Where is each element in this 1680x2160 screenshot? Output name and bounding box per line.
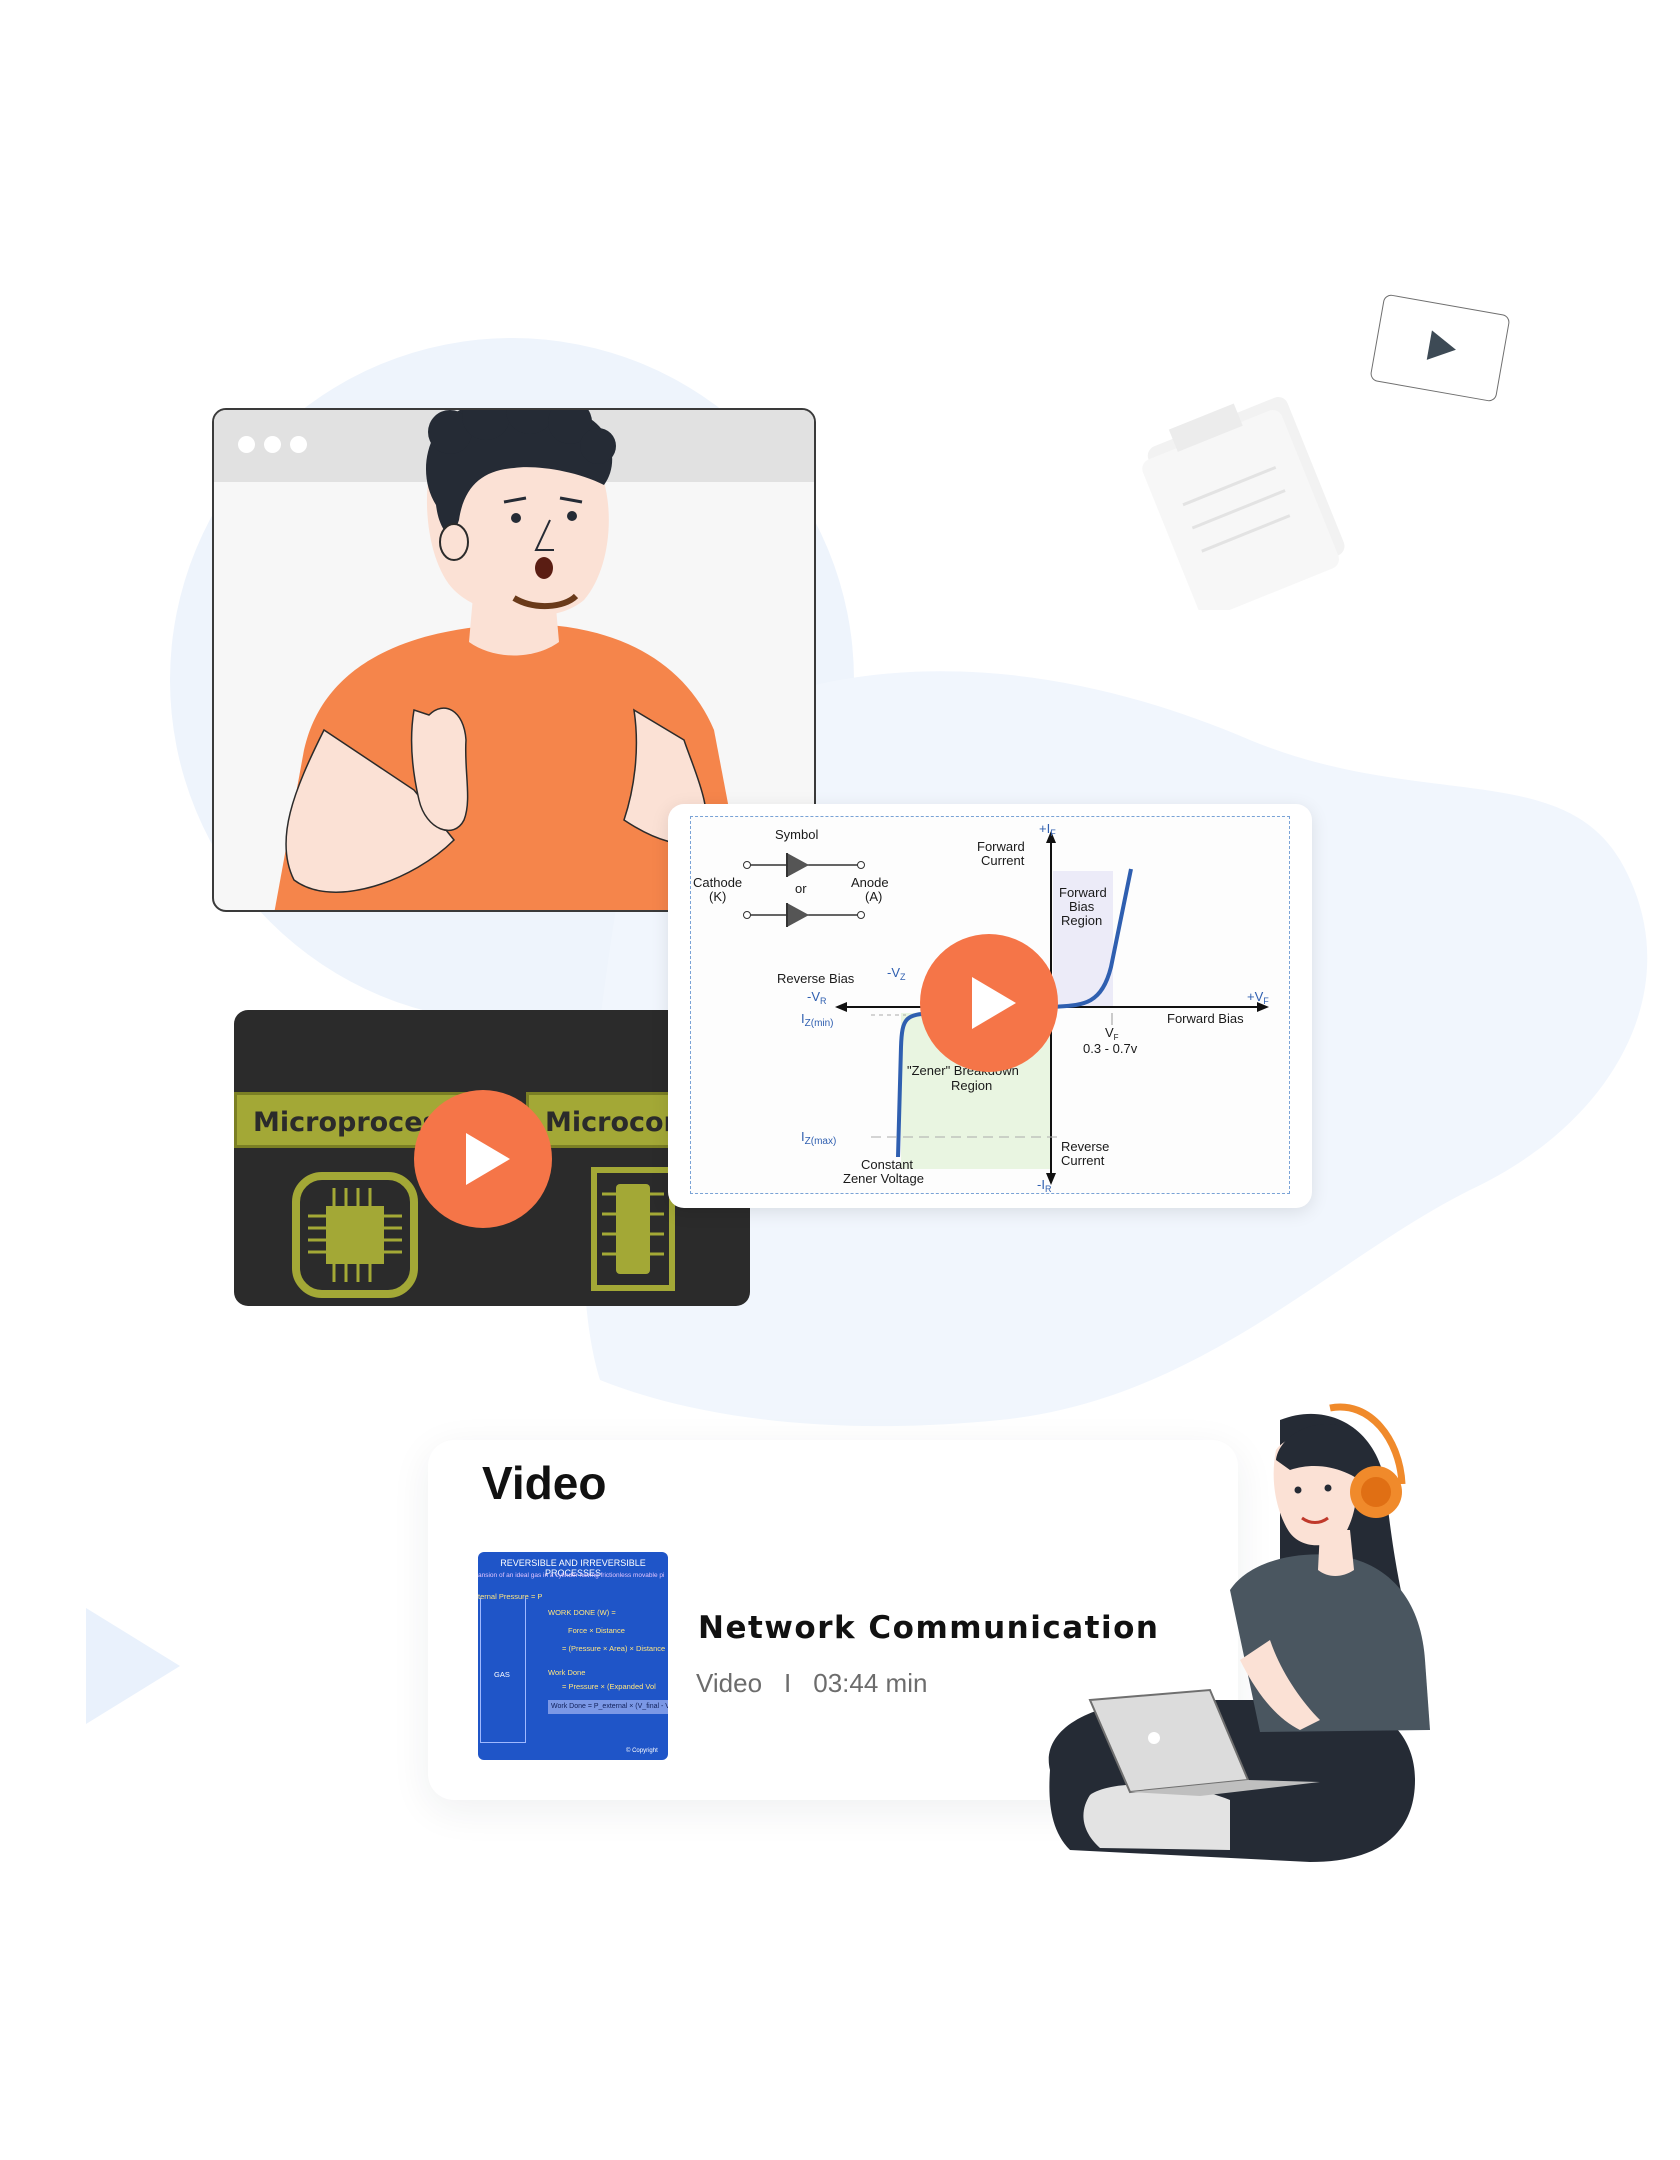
thumbnail-line-1: WORK DONE (W) =: [548, 1608, 616, 1617]
diagram-constant-2: Zener Voltage: [843, 1171, 924, 1186]
diagram-fb-region-1: Forward: [1059, 885, 1107, 900]
diagram-forward-current-2: Current: [981, 853, 1025, 868]
thumbnail-line-4: Work Done: [548, 1668, 586, 1677]
diagram-vf: VF: [1105, 1025, 1119, 1042]
play-button[interactable]: [414, 1090, 552, 1228]
video-duration: 03:44 min: [813, 1668, 928, 1698]
diagram-plus-if: +IF: [1039, 821, 1056, 838]
decorative-play-shape: [86, 1608, 180, 1724]
diagram-iz-min: IZ(min): [801, 1011, 834, 1029]
diagram-minus-vz: -VZ: [887, 965, 906, 982]
video-meta: Video I 03:44 min: [696, 1668, 927, 1699]
video-type: Video: [696, 1668, 763, 1698]
diagram-cathode-label: Cathode: [693, 875, 742, 890]
diagram-plus-vf: +VF: [1247, 989, 1269, 1006]
diagram-vf-range: 0.3 - 0.7v: [1083, 1041, 1138, 1056]
thumbnail-gas: GAS: [494, 1670, 510, 1679]
diagram-anode-a: (A): [865, 889, 882, 904]
meta-separator: I: [784, 1668, 792, 1698]
zener-diagram-video-card[interactable]: Symbol or Cathode (K) Anode (A) Forward …: [668, 804, 1312, 1208]
diagram-forward-current-1: Forward: [977, 839, 1025, 854]
diagram-or-label: or: [795, 881, 807, 896]
diagram-reverse-bias: Reverse Bias: [777, 971, 855, 986]
diagram-reverse-current-2: Current: [1061, 1153, 1105, 1168]
thumbnail-line-5: = Pressure × (Expanded Vol: [562, 1682, 656, 1691]
diagram-minus-vr: -VR: [807, 989, 827, 1006]
diagram-zener-2: Region: [951, 1078, 992, 1093]
play-icon: [972, 977, 1016, 1029]
diagram-anode-label: Anode: [851, 875, 889, 890]
diagram-cathode-k: (K): [709, 889, 726, 904]
diagram-fb-region-2: Bias: [1069, 899, 1095, 914]
diagram-forward-bias: Forward Bias: [1167, 1011, 1244, 1026]
diagram-symbol-label: Symbol: [775, 827, 818, 842]
play-icon: [1426, 330, 1459, 365]
diagram-iz-max: IZ(max): [801, 1129, 836, 1147]
thumbnail-subtitle: ansion of an ideal gas in a cylinder hav…: [478, 1572, 665, 1579]
diagram-fb-region-3: Region: [1061, 913, 1102, 928]
thumbnail-line-3: = (Pressure × Area) × Distance: [562, 1644, 666, 1653]
microchip-icon: [292, 1172, 418, 1298]
thumbnail-formula: Work Done = P_external × (V_final - V: [548, 1700, 668, 1714]
video-thumbnail[interactable]: REVERSIBLE AND IRREVERSIBLE PROCESSES an…: [478, 1552, 668, 1760]
diagram-constant-1: Constant: [861, 1157, 913, 1172]
thumbnail-line-2: Force × Distance: [568, 1626, 625, 1635]
student-with-headphones-illustration: [1048, 1403, 1430, 1862]
thumbnail-copyright: © Copyright: [626, 1748, 658, 1754]
paper-notes-icon: [1142, 397, 1345, 610]
diagram-reverse-current-1: Reverse: [1061, 1139, 1109, 1154]
microcontroller-icon: [591, 1167, 675, 1291]
play-icon: [466, 1133, 510, 1185]
section-heading: Video: [482, 1457, 607, 1509]
play-button[interactable]: [920, 934, 1058, 1072]
